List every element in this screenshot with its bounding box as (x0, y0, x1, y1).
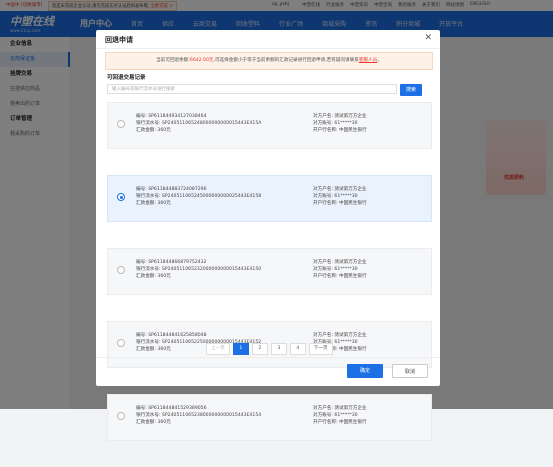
notice-suffix: 。 (377, 58, 382, 63)
account-label: 对方账号: (313, 413, 333, 418)
amount-label: 汇款金额: (136, 201, 156, 206)
record-id: SP611844934127038464 (148, 114, 207, 119)
bank-name: 中国民生银行 (339, 347, 367, 352)
payer-label: 对方户名: (313, 260, 333, 265)
payer-name: 测试第万方企业 (334, 187, 367, 192)
transaction-record-selected[interactable]: 编号: SP611844883724087296 银行流水号: SP240511… (107, 175, 432, 222)
record-right: 对方户名: 测试第万方企业 对方账号: 61*****30 开户行名称: 中国民… (313, 186, 367, 207)
bank-label: 开户行名称: (313, 420, 338, 425)
search-button[interactable]: 搜索 (400, 84, 422, 96)
remit-amount: 360元 (157, 128, 171, 133)
divider (96, 48, 440, 49)
divider (96, 357, 440, 358)
payer-label: 对方户名: (313, 187, 333, 192)
record-left: 编号: SP611844934127038464 银行流水号: SP240511… (136, 113, 261, 134)
balance-notice: 当前可回退余额:6642.00元,可选择金额小于等于当前余额的汇款记录进行回退申… (105, 52, 433, 70)
page-button[interactable]: 3 (270, 343, 287, 355)
id-label: 编号: (136, 114, 147, 119)
records-section-title: 可回退交易记录 (107, 75, 146, 81)
transaction-list: 编号: SP611844934127038464 银行流水号: SP240511… (107, 102, 432, 467)
notice-middle: ,可选择金额小于等于当前余额的汇款记录进行回退申请,若有疑问请联系 (213, 58, 359, 63)
transaction-record[interactable]: 编号: SP611844866879752432 银行流水号: SP240511… (107, 248, 432, 295)
amount-label: 汇款金额: (136, 274, 156, 279)
serial-label: 银行流水号: (136, 121, 161, 126)
bank-name: 中国民生银行 (339, 201, 367, 206)
payer-name: 测试第万方企业 (334, 333, 367, 338)
transaction-record[interactable]: 编号: SP611844934127038464 银行流水号: SP240511… (107, 102, 432, 149)
radio-button[interactable] (117, 412, 125, 420)
bank-name: 中国民生银行 (339, 274, 367, 279)
bank-name: 中国民生银行 (339, 420, 367, 425)
close-icon[interactable]: ✕ (424, 33, 432, 43)
bank-serial: SP240511065232000000000015443E4150 (162, 267, 262, 272)
search-input[interactable] (107, 84, 397, 94)
record-right: 对方户名: 测试第万方企业 对方账号: 61*****30 开户行名称: 中国民… (313, 259, 367, 280)
available-balance: 6642.00元 (189, 58, 214, 63)
page-button[interactable]: 2 (251, 343, 268, 355)
remit-amount: 360元 (157, 420, 171, 425)
account-label: 对方账号: (313, 194, 333, 199)
amount-label: 汇款金额: (136, 347, 156, 352)
record-id: SP611844866879752432 (148, 260, 207, 265)
radio-button-checked[interactable] (117, 193, 125, 201)
amount-label: 汇款金额: (136, 420, 156, 425)
id-label: 编号: (136, 260, 147, 265)
radio-button[interactable] (117, 339, 125, 347)
payer-account: 61*****30 (334, 194, 358, 199)
payer-account: 61*****30 (334, 267, 358, 272)
customer-service-link[interactable]: 客服人员 (359, 58, 377, 63)
pagination: 上一页 1 2 3 4 下一页 (206, 343, 333, 355)
record-left: 编号: SP611844866879752432 银行流水号: SP240511… (136, 259, 261, 280)
payer-name: 测试第万方企业 (334, 260, 367, 265)
payer-account: 61*****30 (334, 413, 358, 418)
record-left: 编号: SP611844841529389056 银行流水号: SP240511… (136, 405, 261, 426)
page-button[interactable]: 4 (289, 343, 306, 355)
payer-account: 61*****30 (334, 340, 358, 345)
payer-name: 测试第万方企业 (334, 114, 367, 119)
record-right: 对方户名: 测试第万方企业 对方账号: 61*****30 开户行名称: 中国民… (313, 113, 367, 134)
bank-serial: SP240511065245000000000025443E4158 (162, 194, 262, 199)
amount-label: 汇款金额: (136, 128, 156, 133)
payer-account: 61*****30 (334, 121, 358, 126)
bank-label: 开户行名称: (313, 274, 338, 279)
remit-amount: 360元 (157, 201, 171, 206)
radio-button[interactable] (117, 266, 125, 274)
bank-serial: SP240511065238000000000015443E4154 (162, 413, 262, 418)
bank-serial: SP240511065248000000000015443E415A (162, 121, 262, 126)
payer-label: 对方户名: (313, 114, 333, 119)
remit-amount: 360元 (157, 274, 171, 279)
serial-label: 银行流水号: (136, 267, 161, 272)
record-left: 编号: SP611844883724087296 银行流水号: SP240511… (136, 186, 261, 207)
serial-label: 银行流水号: (136, 194, 161, 199)
record-right: 对方户名: 测试第万方企业 对方账号: 61*****30 开户行名称: 中国民… (313, 405, 367, 426)
cancel-button[interactable]: 取消 (392, 364, 428, 378)
record-id: SP611844883724087296 (148, 187, 207, 192)
serial-label: 银行流水号: (136, 340, 161, 345)
notice-prefix: 当前可回退余额: (156, 58, 190, 63)
id-label: 编号: (136, 333, 147, 338)
bank-name: 中国民生银行 (339, 128, 367, 133)
radio-button[interactable] (117, 120, 125, 128)
record-id: SP611844841625858048 (148, 333, 207, 338)
account-label: 对方账号: (313, 121, 333, 126)
id-label: 编号: (136, 187, 147, 192)
refund-dialog: 回退申请 ✕ 当前可回退余额:6642.00元,可选择金额小于等于当前余额的汇款… (96, 30, 440, 441)
account-label: 对方账号: (313, 267, 333, 272)
bank-label: 开户行名称: (313, 128, 338, 133)
bank-label: 开户行名称: (313, 201, 338, 206)
payer-label: 对方户名: (313, 333, 333, 338)
serial-label: 银行流水号: (136, 413, 161, 418)
prev-page-button[interactable]: 上一页 (206, 343, 230, 355)
confirm-button[interactable]: 确定 (347, 364, 383, 378)
remit-amount: 360元 (157, 347, 171, 352)
next-page-button[interactable]: 下一页 (308, 343, 333, 355)
transaction-record[interactable]: 编号: SP611844841529389056 银行流水号: SP240511… (107, 394, 432, 441)
page-button-current[interactable]: 1 (232, 343, 249, 355)
dialog-title: 回退申请 (105, 36, 133, 44)
